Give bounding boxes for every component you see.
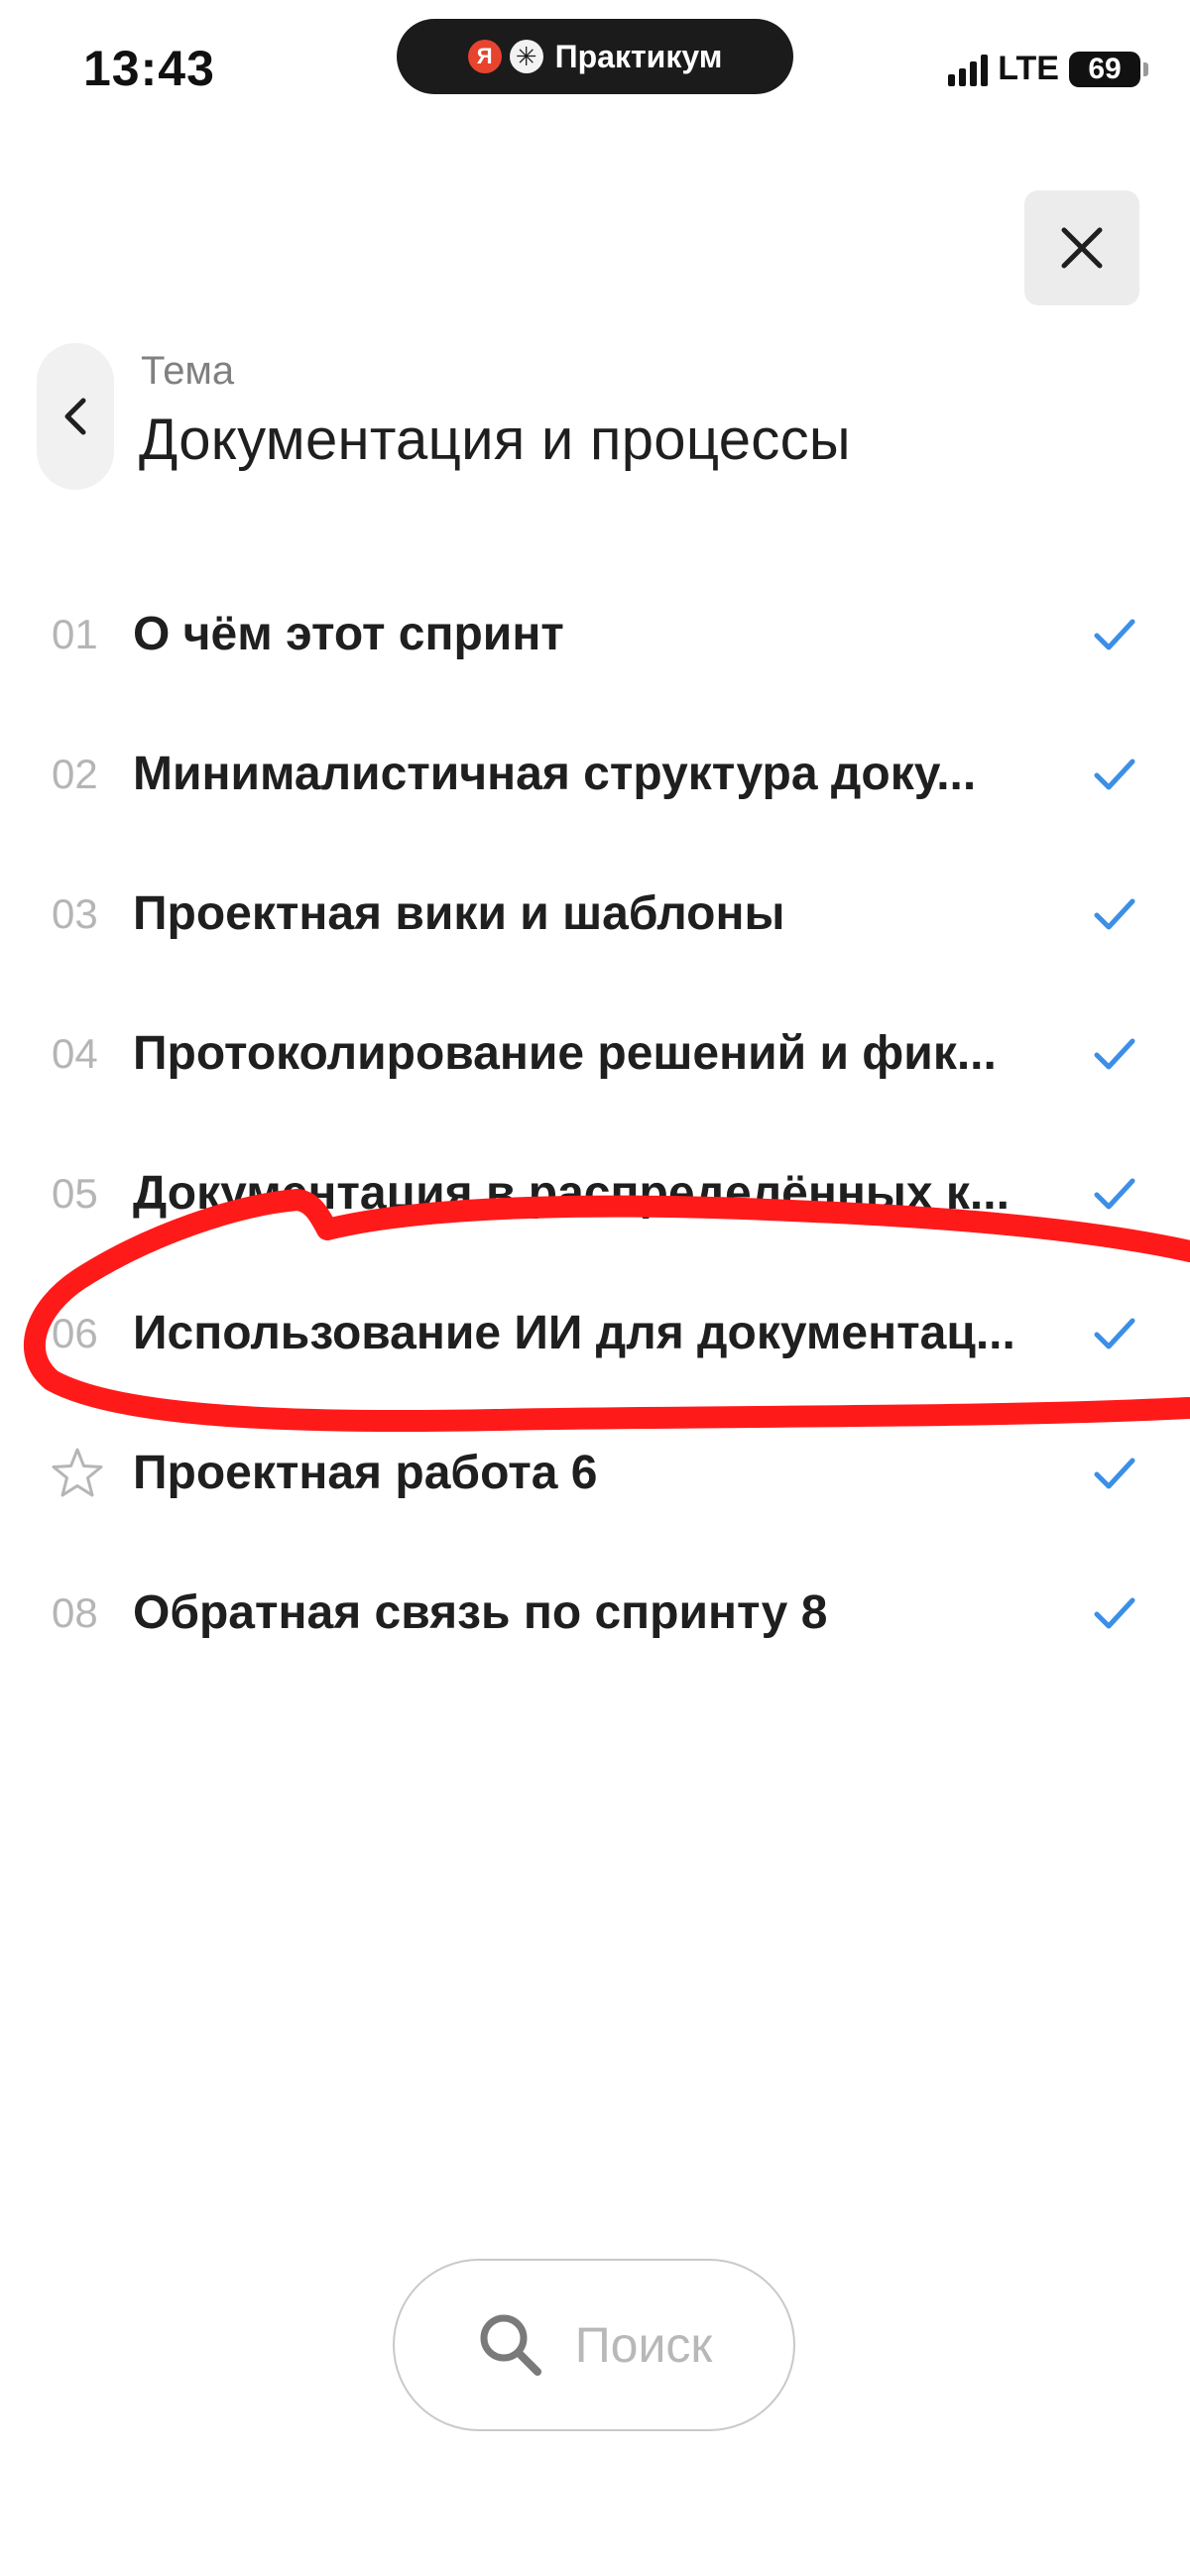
lesson-number: 02 — [52, 751, 98, 797]
lesson-title: Проектная работа 6 — [133, 1447, 598, 1499]
lesson-title: Протоколирование решений и фик... — [133, 1027, 997, 1080]
lesson-item-project[interactable]: Проектная работа 6 — [0, 1424, 1190, 1523]
lesson-number: 06 — [52, 1310, 98, 1356]
lesson-title: Минималистичная структура доку... — [133, 748, 977, 800]
signal-icon — [948, 53, 989, 86]
checkmark-icon — [1094, 1597, 1135, 1629]
search-label: Поиск — [574, 2317, 713, 2373]
checkmark-icon — [1094, 898, 1135, 930]
yandex-logo-icon: Я — [467, 40, 502, 73]
network-type: LTE — [998, 50, 1059, 87]
lesson-title: Использование ИИ для документац... — [133, 1307, 1015, 1359]
search-icon — [480, 2314, 541, 2376]
screen: 13:43 Я ✳ Практикум LTE 69 Тема Документ… — [0, 0, 1190, 2576]
topic-label: Тема — [141, 349, 235, 393]
search-button[interactable]: Поиск — [393, 2259, 795, 2431]
lesson-number: 05 — [52, 1170, 98, 1217]
close-icon — [1061, 227, 1103, 269]
battery-icon: 69 — [1069, 51, 1148, 87]
lesson-item[interactable]: 02 Минималистичная структура доку... — [0, 725, 1190, 824]
lesson-item[interactable]: 06 Использование ИИ для документац... — [0, 1284, 1190, 1383]
lesson-number: 08 — [52, 1589, 98, 1636]
checkmark-icon — [1094, 619, 1135, 650]
lesson-item[interactable]: 08 Обратная связь по спринту 8 — [0, 1564, 1190, 1663]
chevron-left-icon — [64, 398, 86, 435]
app-pill: Я ✳ Практикум — [397, 19, 793, 94]
lesson-item[interactable]: 05 Документация в распределённых к... — [0, 1144, 1190, 1243]
lesson-title: Проектная вики и шаблоны — [133, 887, 785, 940]
page-title: Документация и процессы — [139, 408, 851, 472]
star-icon — [52, 1448, 103, 1497]
lesson-item[interactable]: 03 Проектная вики и шаблоны — [0, 865, 1190, 964]
lesson-title: О чём этот спринт — [133, 608, 564, 660]
praktikum-logo-icon: ✳ — [509, 40, 543, 73]
checkmark-icon — [1094, 1318, 1135, 1349]
checkmark-icon — [1094, 759, 1135, 790]
battery-level: 69 — [1088, 52, 1122, 85]
lesson-title: Документация в распределённых к... — [133, 1167, 1010, 1220]
status-time: 13:43 — [83, 41, 215, 96]
back-button[interactable] — [37, 343, 114, 490]
close-button[interactable] — [1024, 190, 1139, 305]
checkmark-icon — [1094, 1178, 1135, 1210]
lesson-number: 04 — [52, 1030, 98, 1077]
lesson-number: 01 — [52, 611, 98, 657]
app-pill-label: Практикум — [554, 38, 723, 74]
lesson-item[interactable]: 01 О чём этот спринт — [0, 585, 1190, 684]
lesson-item[interactable]: 04 Протоколирование решений и фик... — [0, 1004, 1190, 1104]
checkmark-icon — [1094, 1038, 1135, 1070]
checkmark-icon — [1094, 1458, 1135, 1489]
lesson-title: Обратная связь по спринту 8 — [133, 1586, 828, 1639]
lesson-number: 03 — [52, 890, 98, 937]
status-indicators: LTE 69 — [948, 50, 1148, 88]
